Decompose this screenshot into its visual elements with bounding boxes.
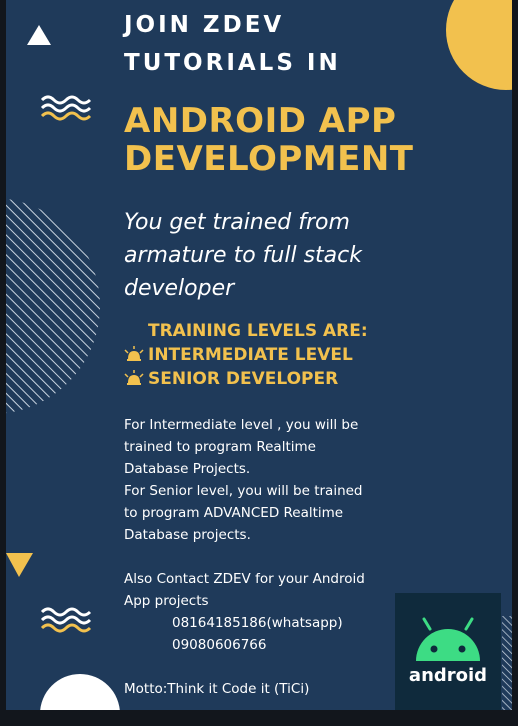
level-details: For Intermediate level , you will be tra…	[124, 414, 363, 546]
course-title-line-1: ANDROID APP	[124, 101, 397, 141]
details-line: For Senior level, you will be trained	[124, 483, 363, 499]
bell-icon	[124, 370, 144, 385]
white-circle-decoration	[40, 674, 120, 710]
android-robot-icon	[416, 617, 480, 661]
details-line: to program ADVANCED Realtime	[124, 505, 344, 521]
triangle-icon	[27, 25, 51, 45]
contact-line-1: Also Contact ZDEV for your Android	[124, 571, 365, 587]
course-title-line-2: DEVELOPMENT	[124, 139, 414, 179]
level-label: SENIOR DEVELOPER	[148, 369, 339, 389]
level-label: INTERMEDIATE LEVEL	[148, 345, 353, 365]
tagline-line-2: armature to full stack	[124, 243, 362, 268]
hatched-strip-decoration	[502, 616, 512, 710]
course-title: ANDROID APP DEVELOPMENT	[124, 102, 413, 178]
tagline: You get trained from armature to full st…	[124, 206, 384, 305]
wave-icon	[40, 607, 92, 633]
headline-line-1: JOIN ZDEV	[124, 12, 285, 38]
contact-line-2: App projects	[124, 593, 209, 609]
hatched-half-circle-decoration	[6, 198, 100, 414]
level-item: INTERMEDIATE LEVEL	[124, 344, 353, 366]
training-levels-heading: TRAINING LEVELS ARE:	[148, 321, 368, 341]
bottom-bar	[0, 710, 518, 726]
bell-icon	[124, 346, 144, 361]
phone-whatsapp: 08164185186(whatsapp)	[172, 615, 343, 631]
level-item: SENIOR DEVELOPER	[124, 368, 338, 390]
yellow-circle-decoration	[446, 0, 512, 90]
details-line: Database projects.	[124, 527, 251, 543]
details-line: Database Projects.	[124, 461, 251, 477]
phone-number: 09080606766	[172, 637, 267, 653]
motto: Motto:Think it Code it (TiCi)	[124, 681, 310, 697]
down-triangle-icon	[6, 553, 33, 577]
headline-line-2: TUTORIALS IN	[124, 50, 341, 76]
android-logo-label: android	[408, 665, 488, 686]
wave-icon	[40, 95, 92, 121]
tagline-line-3: developer	[124, 276, 235, 301]
details-line: For Intermediate level , you will be	[124, 417, 359, 433]
tagline-line-1: You get trained from	[124, 210, 350, 235]
poster: JOIN ZDEV TUTORIALS IN ANDROID APP DEVEL…	[6, 0, 512, 710]
android-logo: android	[395, 593, 501, 710]
details-line: trained to program Realtime	[124, 439, 316, 455]
